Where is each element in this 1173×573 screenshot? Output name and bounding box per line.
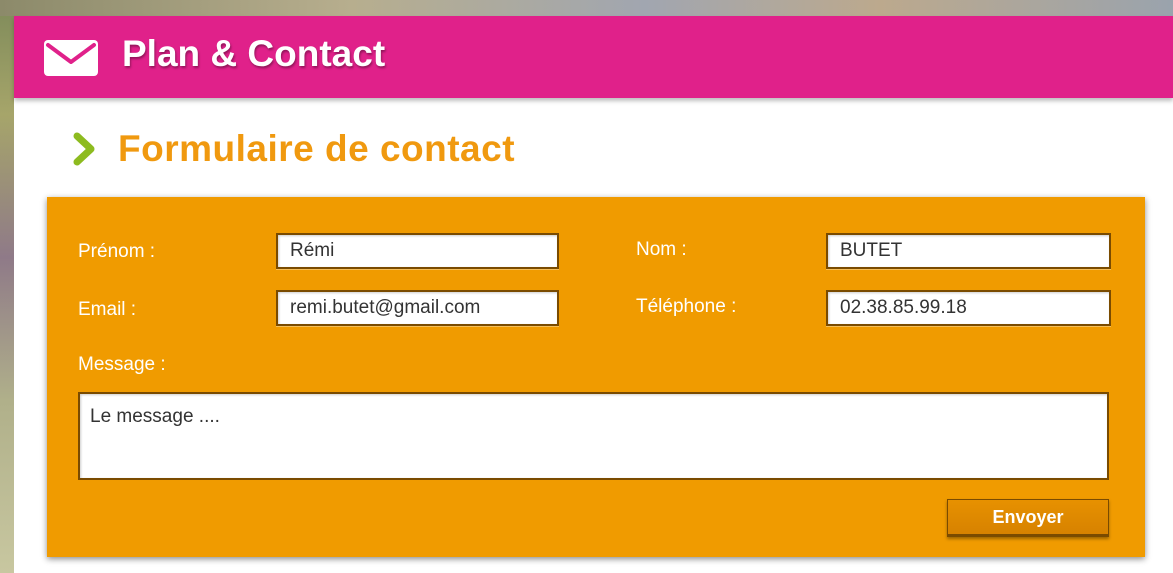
message-field[interactable]: Le message .... xyxy=(78,392,1109,480)
email-label: Email : xyxy=(78,299,137,320)
telephone-field[interactable] xyxy=(826,290,1111,326)
nom-label: Nom : xyxy=(636,239,687,260)
background-photo-top xyxy=(0,0,1173,16)
prenom-label: Prénom : xyxy=(78,241,156,262)
contact-form: Prénom : Nom : Email : Téléphone : Messa… xyxy=(47,197,1145,557)
message-label: Message : xyxy=(78,354,166,375)
prenom-field[interactable] xyxy=(276,233,559,269)
section-heading: Formulaire de contact xyxy=(72,128,515,170)
send-button[interactable]: Envoyer xyxy=(947,499,1109,537)
background-photo-left xyxy=(0,0,14,573)
chevron-right-icon xyxy=(73,132,95,166)
page-title: Plan & Contact xyxy=(122,33,386,74)
telephone-label: Téléphone : xyxy=(636,296,737,317)
mail-icon xyxy=(44,40,98,76)
page-header: Plan & Contact xyxy=(14,16,1173,98)
nom-field[interactable] xyxy=(826,233,1111,269)
section-title: Formulaire de contact xyxy=(118,128,516,169)
email-field[interactable] xyxy=(276,290,559,326)
